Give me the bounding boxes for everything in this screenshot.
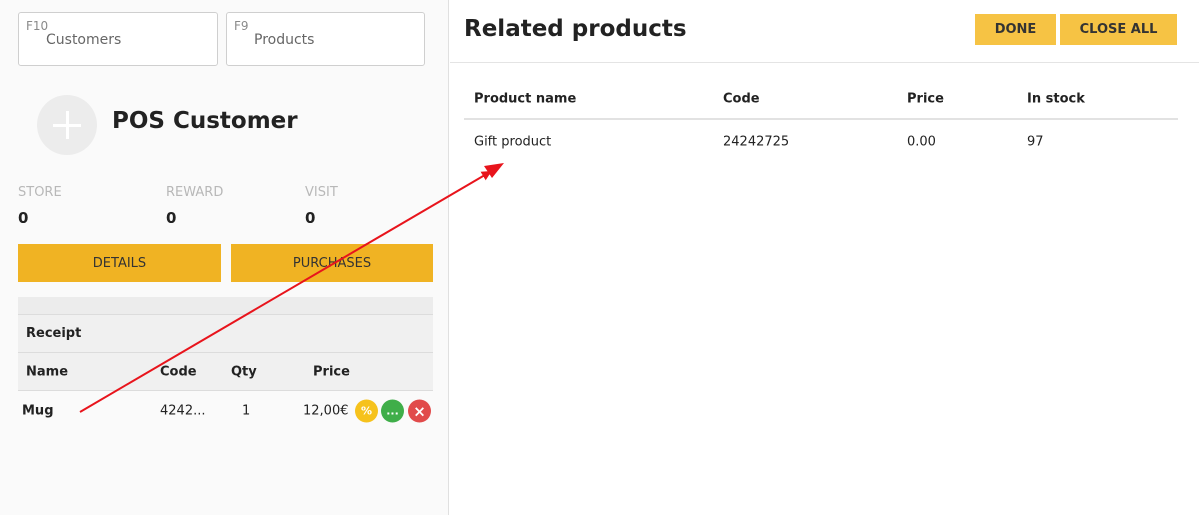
product-price: 0.00 — [907, 134, 936, 150]
more-options-icon[interactable]: ... — [381, 399, 404, 423]
receipt-item-row[interactable]: Mug 4242... 1 12,00€ % ... × — [18, 391, 433, 431]
customer-panel: F10 Customers F9 Products POS Customer S… — [0, 0, 449, 515]
customers-shortcut-button[interactable]: F10 Customers — [18, 12, 218, 66]
col-qty-header: Qty — [231, 364, 257, 379]
item-qty: 1 — [242, 403, 251, 419]
remove-item-icon[interactable]: × — [408, 399, 431, 423]
related-products-title: Related products — [464, 16, 687, 42]
receipt-top-bar — [18, 297, 433, 315]
col-in-stock-header: In stock — [1027, 91, 1085, 106]
related-product-row[interactable]: Gift product 24242725 0.00 97 — [464, 120, 1178, 164]
add-customer-avatar-icon[interactable] — [37, 95, 97, 155]
done-button[interactable]: DONE — [975, 14, 1056, 45]
discount-icon[interactable]: % — [355, 399, 378, 423]
shortcut-key: F9 — [234, 19, 249, 33]
receipt-table: Receipt Name Code Qty Price Mug 4242... … — [18, 297, 433, 431]
related-products-table: Product name Code Price In stock Gift pr… — [464, 79, 1178, 164]
col-code-header: Code — [160, 364, 197, 379]
products-shortcut-button[interactable]: F9 Products — [226, 12, 425, 66]
related-header-row: Product name Code Price In stock — [464, 79, 1178, 120]
product-name: Gift product — [474, 134, 552, 150]
product-stock: 97 — [1027, 134, 1044, 150]
col-price-header: Price — [907, 91, 944, 106]
customer-name: POS Customer — [112, 108, 298, 134]
item-price: 12,00€ — [303, 403, 349, 419]
stat-reward-label: REWARD — [166, 185, 224, 200]
stat-visit-label: VISIT — [305, 185, 338, 200]
col-price-header: Price — [313, 364, 350, 379]
close-all-button[interactable]: CLOSE ALL — [1060, 14, 1177, 45]
item-code: 4242... — [160, 403, 206, 419]
item-name: Mug — [22, 403, 54, 419]
shortcut-label: Products — [254, 32, 315, 48]
shortcut-key: F10 — [26, 19, 49, 33]
stat-store-label: STORE — [18, 185, 62, 200]
shortcut-label: Customers — [46, 32, 122, 48]
product-code: 24242725 — [723, 134, 790, 150]
header-divider — [450, 62, 1199, 63]
stat-reward-value: 0 — [166, 209, 177, 227]
purchases-button[interactable]: PURCHASES — [231, 244, 433, 282]
col-code-header: Code — [723, 91, 760, 106]
col-product-name-header: Product name — [474, 91, 577, 106]
details-button[interactable]: DETAILS — [18, 244, 221, 282]
stat-visit-value: 0 — [305, 209, 316, 227]
col-name-header: Name — [26, 364, 69, 379]
receipt-title: Receipt — [18, 315, 433, 353]
stat-store-value: 0 — [18, 209, 29, 227]
receipt-header-row: Name Code Qty Price — [18, 353, 433, 391]
